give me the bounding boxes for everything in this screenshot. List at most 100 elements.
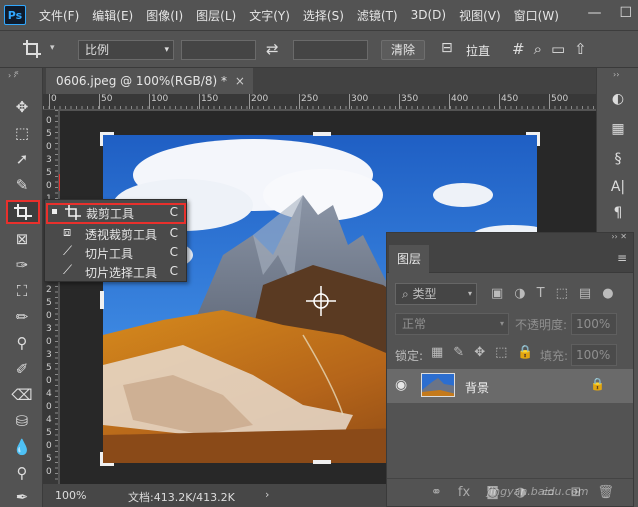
ruler-label: 0 [46, 181, 52, 191]
tab-layers[interactable]: 图层 [389, 245, 430, 273]
zoom-level[interactable]: 100% [55, 489, 86, 502]
pen-tool-icon[interactable]: ✒ [10, 486, 34, 507]
crop-handle-left[interactable] [100, 291, 104, 309]
dodge-tool-icon[interactable]: ⚲ [10, 462, 34, 484]
clone-stamp-tool-icon[interactable]: ⚲ [10, 332, 34, 354]
menu-type[interactable]: 文字(Y) [249, 7, 290, 24]
ratio-select[interactable]: 比例 ▾ [78, 40, 174, 60]
layer-filter-icons: ▣ ◑ T ⬚ ▤ ● [491, 286, 614, 301]
share-icon[interactable]: ⇧ [574, 40, 587, 58]
adjustment-filter-icon[interactable]: ◑ [514, 286, 525, 301]
quick-select-tool-icon[interactable]: ✎ [10, 174, 34, 196]
character-panel-icon[interactable]: A| [607, 176, 629, 198]
crop-handle-top[interactable] [313, 132, 331, 136]
grid-overlay-icon[interactable]: # [512, 40, 525, 58]
width-input[interactable] [181, 40, 256, 60]
ruler-label: 250 [301, 94, 319, 104]
fx-icon[interactable]: fx [458, 485, 470, 500]
lock-position-icon[interactable]: ✥ [474, 345, 485, 360]
crop-handle-top-right[interactable] [526, 132, 540, 146]
swap-icon[interactable]: ⇄ [266, 40, 279, 60]
marquee-tool-icon[interactable]: ⬚ [10, 122, 34, 144]
workspace-icon[interactable]: ▭ [551, 40, 565, 58]
adjustments-panel-icon[interactable]: § [607, 148, 629, 170]
straighten-icon[interactable]: ⊟ [441, 40, 453, 60]
chevron-right-icon[interactable]: › [265, 488, 269, 501]
clear-button[interactable]: 清除 [381, 40, 425, 60]
crop-icon [14, 204, 32, 220]
blur-tool-icon[interactable]: 💧 [10, 436, 34, 458]
lock-transparent-icon[interactable]: ▦ [431, 345, 443, 360]
menu-image[interactable]: 图像(I) [146, 7, 183, 24]
frame-tool-icon[interactable]: ⊠ [10, 228, 34, 250]
flyout-item-slice[interactable]: ⟋ 切片工具 C [45, 243, 186, 262]
ruler-label: 0 [46, 467, 52, 477]
brush-tool-icon[interactable]: ✏ [10, 306, 34, 328]
lock-all-icon[interactable]: 🔒 [517, 345, 533, 360]
layer-filter-select[interactable]: ⌕ 类型 ▾ [395, 283, 477, 305]
menu-edit[interactable]: 编辑(E) [92, 7, 133, 24]
close-icon[interactable]: × [235, 68, 245, 94]
menu-layer[interactable]: 图层(L) [196, 7, 236, 24]
horizontal-ruler: 050100150200250300350400450500550 [43, 94, 596, 110]
ruler-major-tick [399, 94, 400, 109]
eyedropper-tool-icon[interactable]: ✑ [10, 254, 34, 276]
menu-window[interactable]: 窗口(W) [514, 7, 559, 24]
menu-file[interactable]: 文件(F) [39, 7, 79, 24]
shape-filter-icon[interactable]: ⬚ [556, 286, 568, 301]
lock-artboard-icon[interactable]: ⬚ [495, 345, 507, 360]
collapse-icon[interactable]: « [14, 68, 19, 77]
menu-3d[interactable]: 3D(D) [411, 8, 446, 22]
chevron-down-icon: ▾ [164, 45, 169, 55]
ruler-major-tick [49, 94, 50, 109]
paragraph-panel-icon[interactable]: ¶ [607, 202, 629, 224]
straighten-button[interactable]: 拉直 [466, 42, 490, 62]
history-brush-tool-icon[interactable]: ✐ [10, 358, 34, 380]
image-filter-icon[interactable]: ▣ [491, 286, 503, 301]
healing-brush-tool-icon[interactable]: ⛶ [10, 280, 34, 302]
opacity-input[interactable]: 100% [571, 313, 617, 335]
link-layers-icon[interactable]: ⚭ [431, 485, 442, 500]
move-tool-icon[interactable]: ✥ [10, 96, 34, 118]
menu-view[interactable]: 视图(V) [459, 7, 501, 24]
eraser-tool-icon[interactable]: ⌫ [10, 384, 34, 406]
crop-tool-button[interactable] [6, 200, 40, 224]
search-icon[interactable]: ⌕ [534, 40, 542, 58]
crop-handle-top-left[interactable] [100, 132, 114, 146]
panel-menu-icon[interactable]: ≡ [617, 251, 627, 265]
layer-row[interactable]: ◉ 背景 🔒 [387, 369, 633, 403]
paint-bucket-tool-icon[interactable]: ⛁ [10, 410, 34, 432]
swatches-panel-icon[interactable]: ▦ [607, 118, 629, 140]
crop-tool-flyout: 裁剪工具 C ⧈ 透视裁剪工具 C ⟋ 切片工具 C ⟋ 切片选择工具 C [44, 199, 187, 282]
flyout-label: 透视裁剪工具 [85, 228, 158, 242]
smart-object-filter-icon[interactable]: ▤ [579, 286, 591, 301]
ruler-label: 0 [46, 402, 52, 412]
crop-preset-icon[interactable] [22, 39, 42, 59]
type-filter-icon[interactable]: T [537, 286, 545, 301]
lock-image-icon[interactable]: ✎ [453, 345, 464, 360]
document-tab[interactable]: 0606.jpeg @ 100%(RGB/8) * × [46, 68, 253, 94]
flyout-item-slice-select[interactable]: ⟋ 切片选择工具 C [45, 262, 186, 281]
lasso-tool-icon[interactable]: ➚ [10, 148, 34, 170]
eye-icon[interactable]: ◉ [395, 377, 407, 393]
blend-mode-select[interactable]: 正常 ▾ [395, 313, 509, 335]
chevron-down-icon: ▾ [467, 289, 472, 298]
collapse-icon[interactable]: ›› ✕ [611, 232, 627, 241]
menu-select[interactable]: 选择(S) [303, 7, 344, 24]
crop-handle-bottom-left[interactable] [100, 452, 114, 466]
menu-filter[interactable]: 滤镜(T) [357, 7, 398, 24]
maximize-button[interactable]: ☐ [619, 5, 632, 21]
fill-input[interactable]: 100% [571, 344, 617, 366]
color-panel-icon[interactable]: ◐ [607, 88, 629, 110]
collapse-icon[interactable]: ›› [613, 70, 619, 79]
flyout-item-perspective-crop[interactable]: ⧈ 透视裁剪工具 C [45, 224, 186, 243]
chevron-down-icon[interactable]: ▾ [50, 43, 55, 63]
flyout-item-crop[interactable]: 裁剪工具 C [46, 203, 186, 224]
layer-filter-value: 类型 [412, 287, 437, 301]
crop-handle-bottom[interactable] [313, 460, 331, 464]
minimize-button[interactable]: — [587, 5, 601, 21]
filter-toggle-icon[interactable]: ● [602, 286, 613, 301]
height-input[interactable] [293, 40, 368, 60]
delete-layer-icon[interactable]: 🗑 [597, 485, 614, 500]
ruler-label: 2 [46, 285, 52, 295]
